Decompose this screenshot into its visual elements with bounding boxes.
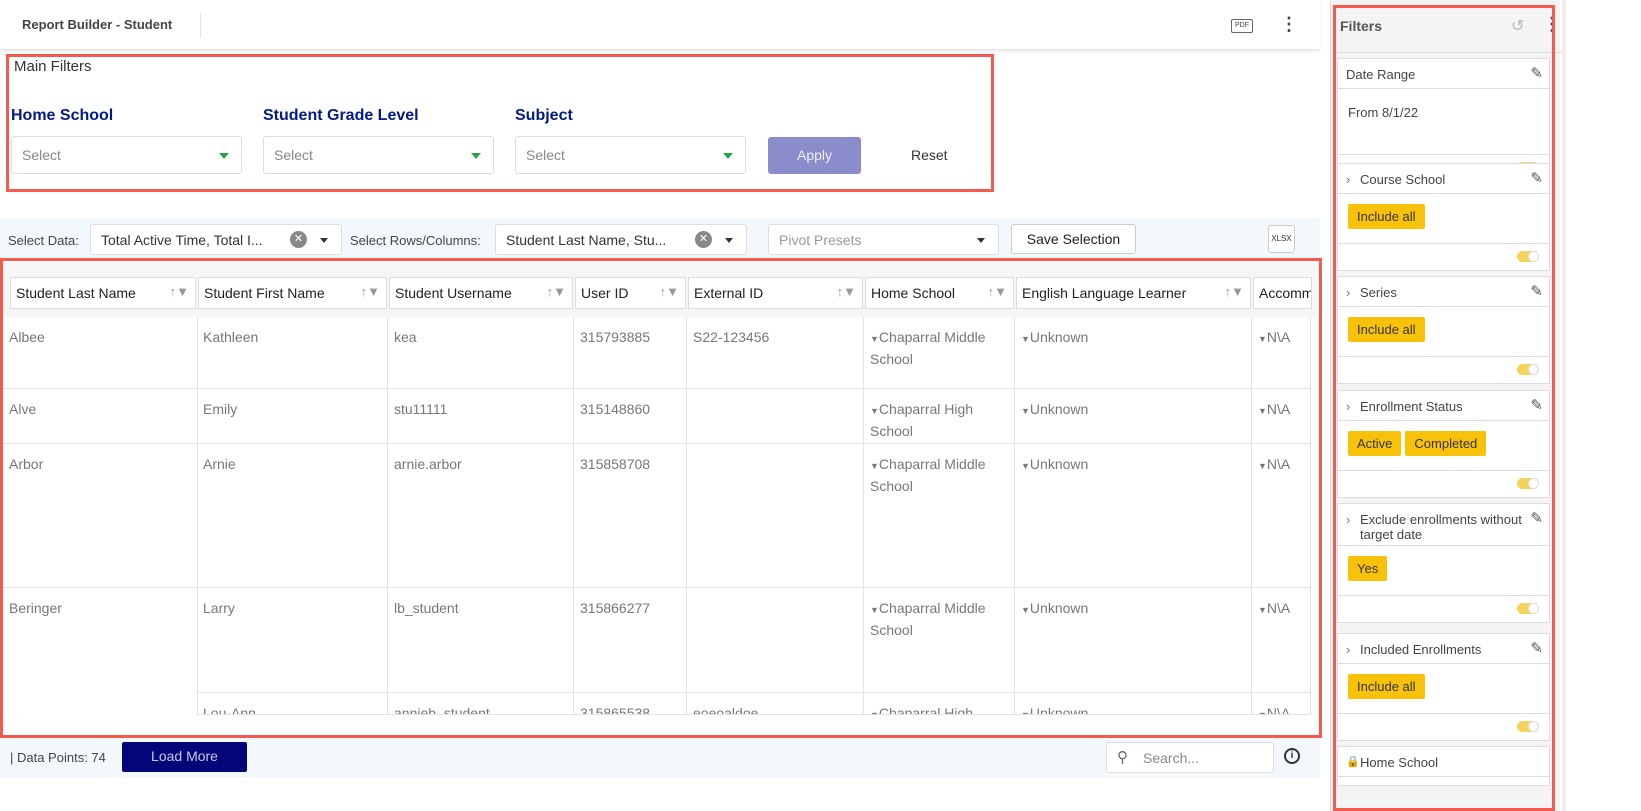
scrollbar[interactable] <box>1562 0 1566 811</box>
home-school-select[interactable]: Select <box>11 136 242 174</box>
select-value: Select <box>274 147 313 163</box>
top-bar <box>0 0 1320 50</box>
caret-down-icon <box>219 153 229 159</box>
load-more-button[interactable]: Load More <box>122 742 247 772</box>
search-placeholder: Search... <box>1143 750 1200 766</box>
page-title: Report Builder - Student <box>22 17 173 32</box>
pivot-presets-dropdown[interactable]: Pivot Presets <box>768 224 999 255</box>
dropdown-placeholder: Pivot Presets <box>779 232 862 248</box>
caret-down-icon <box>320 238 328 243</box>
divider <box>200 12 201 38</box>
caret-down-icon <box>471 153 481 159</box>
caret-down-icon <box>977 238 985 243</box>
clear-icon[interactable]: ✕ <box>695 231 712 248</box>
grade-level-label: Student Grade Level <box>263 107 419 124</box>
dropdown-value: Total Active Time, Total I... <box>101 232 263 248</box>
dropdown-value: Student Last Name, Stu... <box>506 232 667 248</box>
info-icon[interactable]: i <box>1284 748 1300 764</box>
reset-button[interactable]: Reset <box>911 147 948 163</box>
search-icon: ⚲ <box>1117 749 1128 766</box>
caret-down-icon <box>725 238 733 243</box>
select-data-dropdown[interactable]: Total Active Time, Total I... ✕ <box>90 224 342 255</box>
caret-down-icon <box>723 153 733 159</box>
clear-icon[interactable]: ✕ <box>290 231 307 248</box>
xlsx-export-icon[interactable]: XLSX <box>1268 225 1295 253</box>
highlight-box <box>1333 5 1555 811</box>
subject-label: Subject <box>515 107 573 124</box>
rows-columns-label: Select Rows/Columns: <box>350 233 481 248</box>
select-data-label: Select Data: <box>8 233 79 248</box>
select-value: Select <box>526 147 565 163</box>
save-selection-button[interactable]: Save Selection <box>1011 224 1136 254</box>
select-value: Select <box>22 147 61 163</box>
search-input[interactable]: ⚲ Search... <box>1106 742 1274 773</box>
highlight-box <box>0 258 1322 738</box>
rows-columns-dropdown[interactable]: Student Last Name, Stu... ✕ <box>495 224 747 255</box>
grade-level-select[interactable]: Select <box>263 136 494 174</box>
apply-button[interactable]: Apply <box>768 137 861 174</box>
home-school-label: Home School <box>11 107 114 124</box>
more-options-icon[interactable]: ⋮ <box>1280 14 1298 35</box>
subject-select[interactable]: Select <box>515 136 746 174</box>
main-filters-title: Main Filters <box>14 58 92 75</box>
pdf-export-icon[interactable]: PDF <box>1231 19 1253 33</box>
data-points-count: | Data Points: 74 <box>10 750 106 765</box>
